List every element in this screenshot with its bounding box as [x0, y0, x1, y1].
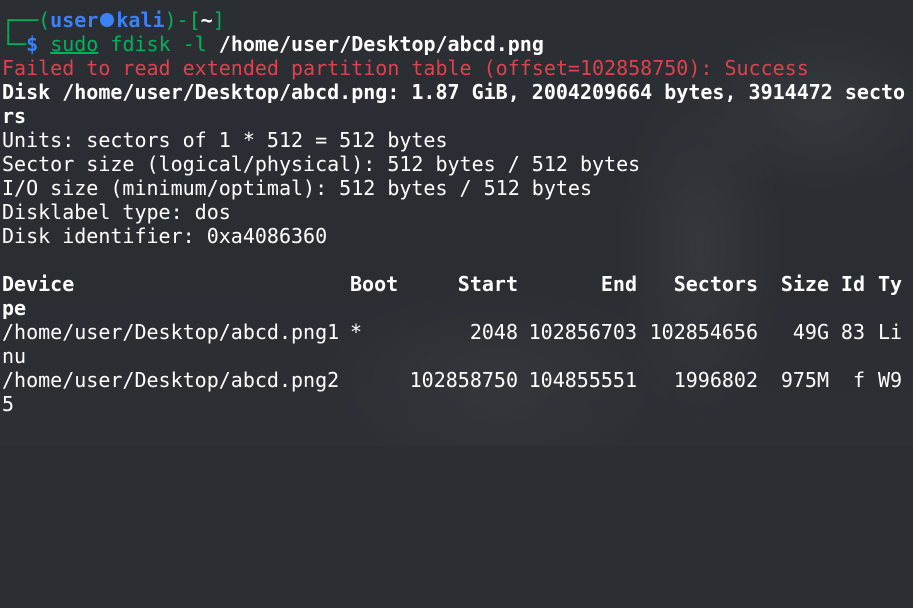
disklabel-line: Disklabel type: dos	[2, 200, 231, 224]
header-id: Id	[840, 272, 865, 296]
table-row: /home/user/Desktop/abcd.png1 * 2048 1028…	[2, 320, 913, 344]
command-argument: /home/user/Desktop/abcd.png	[218, 32, 544, 56]
header-boot: Boot	[350, 272, 399, 296]
row-start: 2048	[469, 320, 518, 344]
row-size: 975M	[780, 368, 829, 392]
prompt-user: user	[50, 8, 99, 32]
units-line: Units: sectors of 1 * 512 = 512 bytes	[2, 128, 448, 152]
disk-identifier-line: Disk identifier: 0xa4086360	[2, 224, 328, 248]
partition-table-header: Device Boot Start End Sectors Size Id Ty	[2, 272, 913, 296]
row-device: /home/user/Desktop/abcd.png2	[2, 368, 340, 392]
header-type-wrap: pe	[2, 296, 27, 320]
prompt-bracket-open: ┌──(	[2, 8, 51, 32]
prompt-line: ┌──(user kali)-[~]	[2, 8, 913, 32]
row-type-wrap: nu	[2, 344, 27, 368]
row-end: 104855551	[528, 368, 637, 392]
row-id: 83	[840, 320, 865, 344]
header-start: Start	[457, 272, 518, 296]
prompt-path: ~	[200, 8, 213, 32]
header-end: End	[600, 272, 637, 296]
command-text: fdisk -l	[98, 32, 219, 56]
command-sudo: sudo	[50, 32, 99, 56]
header-size: Size	[780, 272, 829, 296]
header-type: Ty	[878, 272, 903, 296]
prompt-bracket-close: ]	[212, 8, 225, 32]
row-start: 102858750	[409, 368, 518, 392]
prompt-symbol: $	[26, 32, 51, 56]
row-type: W9	[878, 368, 903, 392]
row-sectors: 1996802	[673, 368, 758, 392]
kali-dragon-icon	[100, 13, 115, 27]
row-type: Li	[878, 320, 903, 344]
disk-summary-line: Disk /home/user/Desktop/abcd.png: 1.87 G…	[2, 80, 906, 104]
prompt-bracket-mid: )-[	[164, 8, 201, 32]
command-line: └─$ sudo fdisk -l /home/user/Desktop/abc…	[2, 32, 913, 56]
terminal-output[interactable]: ┌──(user kali)-[~] └─$ sudo fdisk -l /hom…	[2, 8, 913, 416]
row-size: 49G	[792, 320, 829, 344]
prompt-host: kali	[116, 8, 165, 32]
row-sectors: 102854656	[649, 320, 758, 344]
row-type-wrap: 5	[2, 392, 15, 416]
row-device: /home/user/Desktop/abcd.png1	[2, 320, 340, 344]
row-boot: *	[350, 320, 363, 344]
error-message: Failed to read extended partition table …	[2, 56, 809, 80]
header-device: Device	[2, 272, 75, 296]
header-sectors: Sectors	[673, 272, 758, 296]
prompt-prefix: └─	[2, 32, 27, 56]
io-size-line: I/O size (minimum/optimal): 512 bytes / …	[2, 176, 593, 200]
table-row: /home/user/Desktop/abcd.png2 102858750 1…	[2, 368, 913, 392]
sector-size-line: Sector size (logical/physical): 512 byte…	[2, 152, 641, 176]
row-id: f	[852, 368, 865, 392]
row-end: 102856703	[528, 320, 637, 344]
disk-summary-wrap: rs	[2, 104, 27, 128]
